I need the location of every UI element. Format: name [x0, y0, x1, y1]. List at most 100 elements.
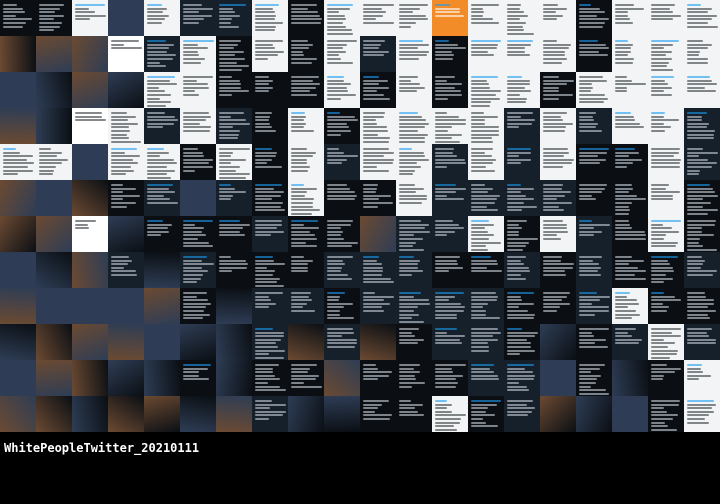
- text-line: [255, 158, 272, 161]
- text-line: [687, 245, 703, 248]
- text-line: [327, 40, 357, 42]
- text-line: [507, 187, 534, 190]
- text-line: [147, 220, 163, 222]
- text-line: [327, 25, 346, 28]
- text-line: [651, 266, 673, 269]
- text-line: [687, 371, 703, 374]
- text-line: [255, 230, 284, 233]
- text-line: [687, 295, 706, 298]
- text-line: [615, 184, 632, 186]
- text-line: [651, 414, 678, 417]
- gallery-caption: WhitePeopleTwitter_20210111: [4, 441, 200, 455]
- text-line: [507, 270, 530, 273]
- text-line: [39, 18, 54, 21]
- text-line: [687, 11, 708, 14]
- text-line: [219, 115, 231, 118]
- dark-tweet-thumbnail: [684, 144, 720, 180]
- text-line: [399, 58, 419, 60]
- text-line: [399, 295, 414, 298]
- dark-tweet-thumbnail: [432, 288, 468, 324]
- text-line: [399, 191, 416, 194]
- dark-tweet-thumbnail: [396, 396, 432, 432]
- text-line: [147, 115, 175, 118]
- text-line: [183, 292, 207, 294]
- text-line: [219, 173, 250, 176]
- text-line: [255, 328, 273, 330]
- text-line: [183, 263, 214, 266]
- text-line: [435, 367, 452, 370]
- text-line: [543, 94, 573, 96]
- text-line: [543, 112, 567, 114]
- text-line: [363, 155, 384, 158]
- dark-tweet-thumbnail: [684, 324, 720, 360]
- text-line: [543, 58, 567, 60]
- text-line: [147, 94, 171, 96]
- text-line: [291, 58, 317, 60]
- text-line: [111, 198, 123, 201]
- text-line: [255, 18, 275, 21]
- text-line: [255, 194, 281, 197]
- text-line: [291, 191, 307, 194]
- text-line: [471, 338, 498, 341]
- text-line: [651, 155, 674, 158]
- photo-thumbnail: [72, 72, 108, 108]
- text-line: [363, 50, 389, 53]
- text-line: [3, 18, 32, 21]
- text-line: [147, 187, 169, 190]
- text-line: [543, 61, 562, 64]
- text-line: [291, 223, 304, 226]
- text-line: [399, 335, 415, 338]
- photo-thumbnail: [360, 216, 396, 252]
- text-line: [687, 248, 717, 251]
- text-line: [147, 97, 160, 100]
- text-line: [327, 32, 353, 35]
- white-thumbnail: [72, 108, 108, 144]
- text-line: [219, 263, 248, 266]
- dark-tweet-thumbnail: [648, 252, 684, 288]
- text-line: [507, 389, 529, 392]
- text-line: [687, 367, 701, 370]
- text-line: [579, 331, 592, 334]
- text-line: [111, 270, 136, 273]
- dark-tweet-thumbnail: [504, 324, 540, 360]
- text-line: [579, 97, 608, 100]
- text-line: [543, 205, 559, 208]
- text-line: [615, 292, 630, 294]
- text-line: [327, 306, 344, 309]
- text-line: [219, 256, 231, 258]
- dark-tweet-thumbnail: [432, 216, 468, 252]
- text-line: [471, 403, 497, 406]
- text-line: [471, 414, 495, 417]
- text-line: [687, 266, 701, 269]
- text-line: [579, 126, 596, 129]
- text-line: [327, 223, 351, 226]
- text-line: [111, 205, 127, 208]
- text-line: [399, 22, 416, 24]
- text-line: [183, 47, 208, 50]
- text-line: [687, 18, 712, 21]
- text-line: [219, 169, 236, 172]
- text-line: [327, 22, 343, 24]
- text-line: [183, 245, 213, 248]
- text-line: [687, 400, 714, 402]
- text-line: [291, 148, 307, 150]
- text-line: [111, 169, 134, 172]
- text-line: [39, 155, 57, 158]
- text-line: [255, 76, 269, 78]
- text-line: [39, 29, 54, 32]
- text-line: [255, 335, 284, 338]
- text-line: [543, 151, 569, 154]
- text-line: [471, 245, 486, 248]
- photo-thumbnail: [0, 180, 36, 216]
- text-line: [687, 270, 717, 273]
- text-line: [615, 112, 631, 114]
- photo-thumbnail: [144, 324, 180, 360]
- text-line: [543, 270, 565, 273]
- photo-thumbnail: [0, 108, 36, 144]
- text-line: [543, 234, 557, 237]
- text-line: [471, 122, 485, 125]
- text-line: [471, 306, 483, 309]
- text-line: [543, 155, 564, 158]
- dark-tweet-thumbnail: [504, 180, 540, 216]
- text-line: [471, 184, 485, 186]
